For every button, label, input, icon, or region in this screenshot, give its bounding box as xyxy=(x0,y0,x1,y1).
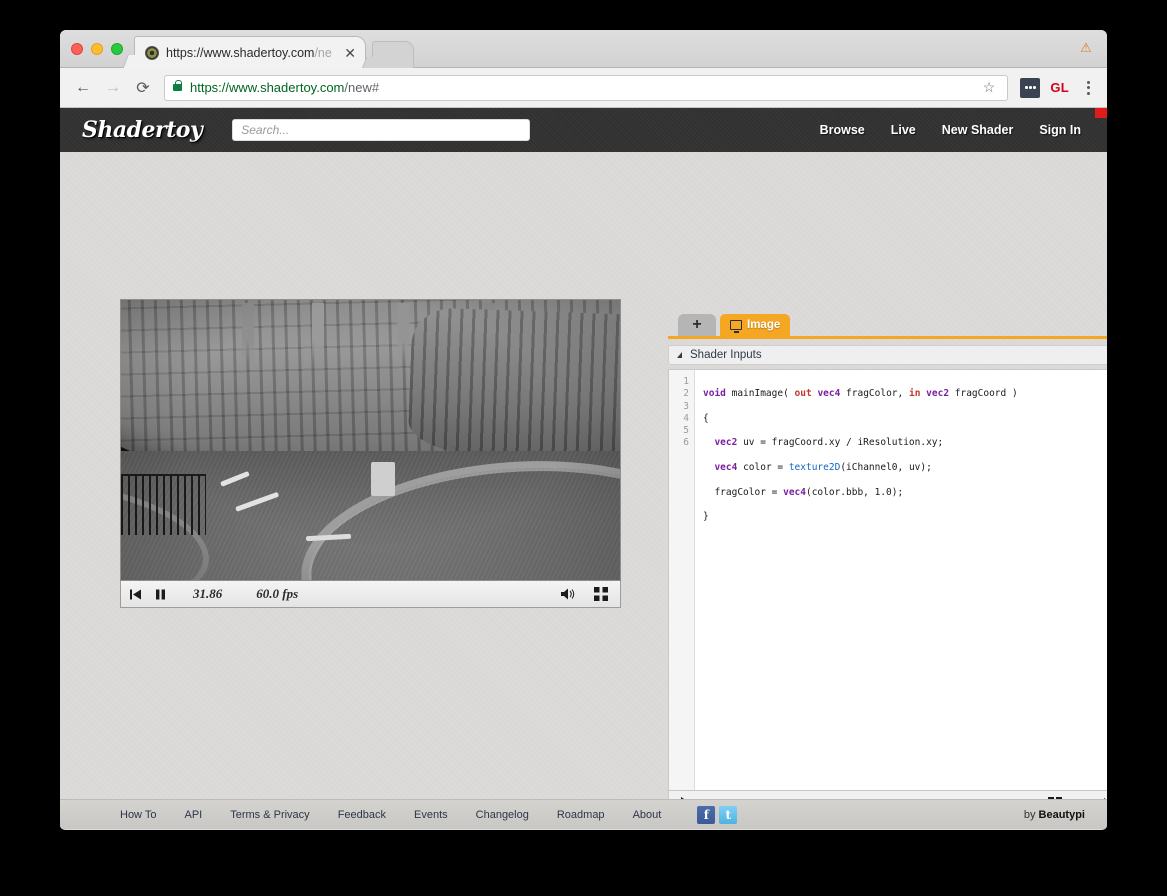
add-tab-button[interactable]: + xyxy=(678,314,716,336)
monitor-icon xyxy=(730,320,742,333)
window-minimize-button[interactable] xyxy=(91,43,103,55)
code-text[interactable]: void mainImage( out vec4 fragColor, in v… xyxy=(695,370,1107,790)
browser-window: https://www.shadertoy.com/ne ✕ ⚠ ← → ⟳ h… xyxy=(60,30,1107,830)
footer-link-changelog[interactable]: Changelog xyxy=(476,809,529,821)
twitter-icon[interactable]: t xyxy=(719,805,738,824)
editor-column: + Image Shader Inputs 1 2 3 4 5 6 void m… xyxy=(668,312,1107,817)
footer-link-api[interactable]: API xyxy=(184,809,202,821)
line-number: 5 xyxy=(683,425,689,437)
volume-icon[interactable] xyxy=(560,587,576,601)
restart-icon[interactable] xyxy=(129,588,142,601)
tabs-underline xyxy=(668,336,1107,339)
shadertoy-favicon xyxy=(145,45,159,60)
window-traffic-lights xyxy=(71,43,123,55)
editor-gutter: 1 2 3 4 5 6 xyxy=(669,370,695,790)
lock-icon xyxy=(173,80,182,91)
browser-new-tab-button[interactable] xyxy=(372,41,414,68)
address-bar[interactable]: https://www.shadertoy.com/new# ☆ xyxy=(164,74,1009,101)
nav-item-sign-in[interactable]: Sign In xyxy=(1039,123,1081,137)
facebook-icon[interactable]: f xyxy=(697,805,716,824)
address-bar-url: https://www.shadertoy.com/new# xyxy=(190,80,380,95)
code-editor[interactable]: 1 2 3 4 5 6 void mainImage( out vec4 fra… xyxy=(668,369,1107,791)
page-content: Shadertoy Browse Live New Shader Sign In xyxy=(60,108,1107,829)
nav-item-browse[interactable]: Browse xyxy=(820,123,865,137)
player-controls: 31.86 60.0 fps xyxy=(120,581,621,608)
forward-button[interactable]: → xyxy=(100,75,126,101)
line-number: 6 xyxy=(683,437,689,449)
recording-indicator xyxy=(1095,108,1107,118)
extension-icon[interactable] xyxy=(1020,77,1041,98)
tab-image[interactable]: Image xyxy=(720,314,791,336)
shader-inputs-toggle[interactable]: Shader Inputs xyxy=(668,345,1107,365)
browser-tab-active[interactable]: https://www.shadertoy.com/ne ✕ xyxy=(134,36,366,68)
fullscreen-icon[interactable] xyxy=(594,587,608,601)
fps-counter: 60.0 fps xyxy=(256,586,299,601)
back-button[interactable]: ← xyxy=(70,75,96,101)
site-nav: Browse Live New Shader Sign In xyxy=(820,123,1085,137)
warning-icon: ⚠ xyxy=(1080,40,1092,55)
pause-icon[interactable] xyxy=(154,588,167,601)
site-footer: How To API Terms & Privacy Feedback Even… xyxy=(60,799,1107,829)
site-header: Shadertoy Browse Live New Shader Sign In xyxy=(60,108,1107,152)
window-maximize-button[interactable] xyxy=(111,43,123,55)
collapse-triangle-icon xyxy=(677,352,682,358)
shader-canvas[interactable] xyxy=(121,300,620,580)
search-input[interactable] xyxy=(232,119,531,141)
code-line-2: { xyxy=(703,412,709,424)
code-line-4: vec4 color = texture2D(iChannel0, uv); xyxy=(714,462,932,474)
browser-menu-icon[interactable] xyxy=(1079,75,1097,101)
editor-tabs: + Image xyxy=(668,312,1107,336)
browser-tab-strip: https://www.shadertoy.com/ne ✕ ⚠ xyxy=(60,30,1107,68)
footer-link-how-to[interactable]: How To xyxy=(120,809,156,821)
profile-button[interactable]: GL xyxy=(1044,80,1075,95)
reload-button[interactable]: ⟳ xyxy=(130,75,156,101)
browser-toolbar: ← → ⟳ https://www.shadertoy.com/new# ☆ G… xyxy=(60,68,1107,108)
line-number: 4 xyxy=(683,412,689,424)
shadertoy-logo[interactable]: Shadertoy xyxy=(82,117,203,143)
line-number: 3 xyxy=(683,400,689,412)
code-line-3: vec2 uv = fragCoord.xy / iResolution.xy; xyxy=(714,437,944,449)
footer-link-roadmap[interactable]: Roadmap xyxy=(557,809,605,821)
line-number: 1 xyxy=(683,376,689,387)
bookmark-star-icon[interactable]: ☆ xyxy=(983,79,1000,96)
browser-tab-title: https://www.shadertoy.com/ne xyxy=(166,45,332,60)
line-number: 2 xyxy=(683,388,689,400)
code-line-1: void mainImage( out vec4 fragColor, in v… xyxy=(703,388,1018,400)
byline: by Beautypi xyxy=(1023,808,1085,821)
window-close-button[interactable] xyxy=(71,43,83,55)
code-line-5: fragColor = vec4(color.bbb, 1.0); xyxy=(714,486,904,498)
nav-item-new-shader[interactable]: New Shader xyxy=(942,123,1014,137)
footer-link-feedback[interactable]: Feedback xyxy=(338,809,386,821)
nav-item-live[interactable]: Live xyxy=(891,123,916,137)
footer-link-events[interactable]: Events xyxy=(414,809,448,821)
footer-link-terms-privacy[interactable]: Terms & Privacy xyxy=(230,809,309,821)
code-line-6: } xyxy=(703,511,709,523)
playback-time: 31.86 xyxy=(193,586,223,601)
main-area: 31.86 60.0 fps + Image Shader Inputs 1 2… xyxy=(60,152,1107,817)
footer-link-about[interactable]: About xyxy=(633,809,662,821)
social-links: f t xyxy=(697,805,738,824)
tab-close-icon[interactable]: ✕ xyxy=(341,46,359,60)
shader-preview[interactable] xyxy=(120,299,621,581)
